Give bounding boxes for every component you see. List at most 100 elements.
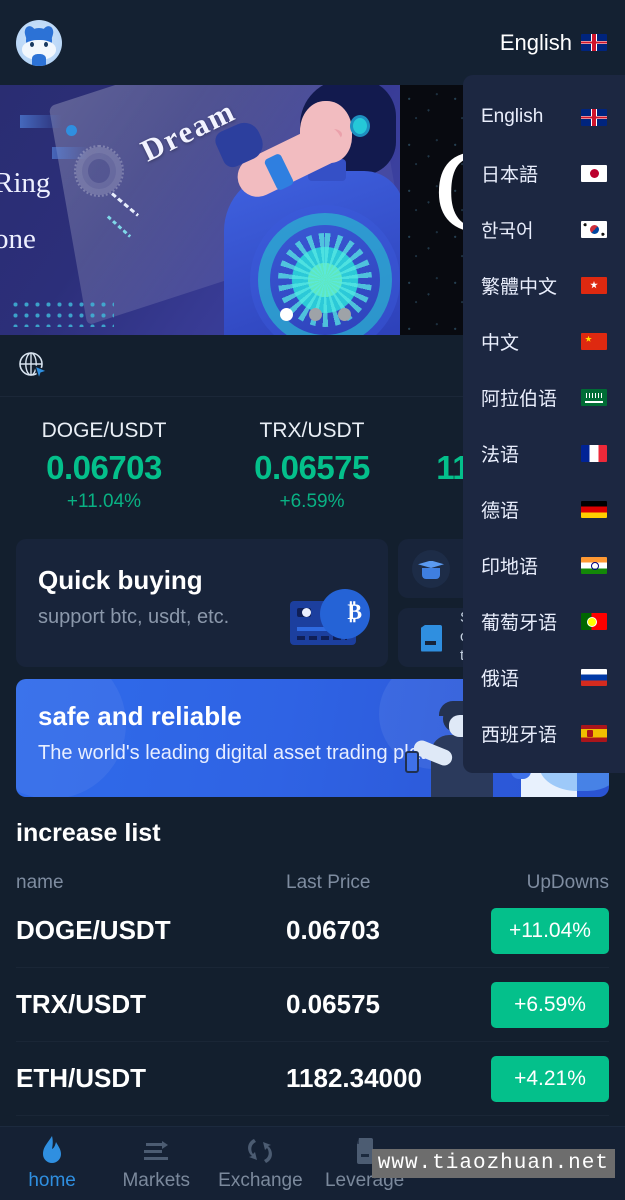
language-option-label: 中文 [481,332,520,354]
flag-fr-icon [581,444,607,462]
globe-announcement-icon[interactable] [16,349,50,383]
language-option-traditional-chinese[interactable]: 繁體中文 [463,257,625,313]
language-option-portuguese[interactable]: 葡萄牙语 [463,593,625,649]
flag-de-icon [581,500,607,518]
tab-home[interactable]: home [0,1135,104,1192]
banner-slide-active[interactable]: Dream Ring one [0,85,400,335]
ticker-change: +6.59% [279,491,345,512]
app-logo[interactable] [16,19,62,66]
swap-icon [208,1135,312,1167]
tab-label: home [28,1170,76,1191]
ticker-change: +11.04% [66,491,142,512]
flag-ru-icon [581,668,607,686]
tab-label: Exchange [218,1170,303,1191]
flag-hk-icon [581,276,607,294]
row-base: TRX [16,989,68,1019]
banner-blue-dot [66,125,77,136]
ticker-price: 0.06575 [254,449,370,486]
language-option-label: 俄语 [481,668,520,690]
banner-dot-grid [10,299,114,327]
carousel-indicator[interactable] [280,308,351,321]
promo-blob-1 [16,679,126,797]
row-quote: /USDT [68,1063,146,1093]
tab-exchange[interactable]: Exchange [208,1135,312,1192]
language-option-spanish[interactable]: 西班牙语 [463,705,625,761]
flag-cn-icon [581,332,607,350]
language-option-russian[interactable]: 俄语 [463,649,625,705]
language-option-label: 繁體中文 [481,276,558,298]
logo-eye-left [30,41,34,47]
carousel-dot-2[interactable] [309,308,322,321]
cap-base [422,567,440,579]
language-option-label: English [481,106,544,127]
quick-buying-card[interactable]: Quick buying support btc, usdt, etc. ₿ [16,539,388,667]
language-option-label: 德语 [481,500,520,522]
language-option-japanese[interactable]: 日本語 [463,145,625,201]
tab-label: Markets [122,1170,191,1191]
row-change-cell: +4.21% [489,1055,609,1102]
ticker-price: 0.06703 [46,449,162,486]
increase-list-section: increase list name Last Price UpDowns DO… [0,797,625,1116]
ticker-item[interactable]: TRX/USDT 0.06575 +6.59% [208,419,416,513]
row-symbol: TRX/USDT [16,989,286,1020]
column-header-price: Last Price [286,872,371,893]
graduation-cap-icon [412,549,450,588]
ticker-pair: TRX/USDT [259,419,365,442]
app-header: English [0,0,625,85]
language-dropdown-menu[interactable]: English 日本語 한국어 繁體中文 中文 阿拉伯语 法语 德语 印地语 葡… [463,75,625,773]
chart-icon [104,1135,208,1167]
row-last-price: 0.06575 [286,989,380,1019]
flame-icon [0,1135,104,1167]
status-badge: +6.59% [491,981,609,1028]
language-option-french[interactable]: 法语 [463,425,625,481]
table-row[interactable]: TRX/USDT 0.06575 +6.59% [16,968,609,1042]
flag-es-icon [581,724,607,742]
language-selector-button[interactable]: English [500,30,609,56]
language-option-label: 印地语 [481,556,539,578]
card-chip [297,608,311,617]
bank-card-bitcoin-icon: ₿ [290,587,376,649]
row-symbol: DOGE/USDT [16,915,286,946]
watermark: www.tiaozhuan.net [371,1149,615,1178]
language-option-korean[interactable]: 한국어 [463,201,625,257]
increase-list-header: name Last Price UpDowns [16,872,609,894]
ticker-pair: DOGE/USDT [41,419,167,442]
increase-list-title: increase list [16,819,161,847]
illustration-headphone [350,115,370,137]
language-option-arabic[interactable]: 阿拉伯语 [463,369,625,425]
flag-in-icon [581,556,607,574]
flag-sa-icon [581,388,607,406]
row-base: ETH [16,1063,68,1093]
column-header-change: UpDowns [526,872,609,893]
banner-text-line-1: Ring [0,167,51,199]
language-option-hindi[interactable]: 印地语 [463,537,625,593]
language-option-german[interactable]: 德语 [463,481,625,537]
language-option-chinese[interactable]: 中文 [463,313,625,369]
flag-jp-icon [581,164,607,182]
banner-ring-graphic [74,145,124,197]
app-root: English C Dream Ring one [0,0,625,1200]
row-quote: /USDT [68,989,146,1019]
language-option-label: 西班牙语 [481,724,558,746]
carousel-dot-3[interactable] [338,308,351,321]
document-icon [412,619,450,657]
bitcoin-circle [320,589,370,639]
language-option-english[interactable]: English [463,89,625,145]
row-quote: /USDT [92,915,171,945]
language-option-label: 阿拉伯语 [481,388,558,410]
carousel-dot-1[interactable] [280,308,293,321]
tab-markets[interactable]: Markets [104,1135,208,1192]
promo-person1-phone [405,751,419,773]
flag-pt-icon [581,612,607,630]
language-option-label: 日本語 [481,164,539,186]
column-header-name: name [16,872,64,893]
table-row[interactable]: DOGE/USDT 0.06703 +11.04% [16,894,609,968]
row-base: DOGE [16,915,93,945]
row-last-price: 0.06703 [286,915,380,945]
flag-gb-icon [581,34,607,51]
flag-gb-icon [581,108,607,126]
logo-body [32,53,46,66]
table-row[interactable]: ETH/USDT 1182.34000 +4.21% [16,1042,609,1116]
ticker-item[interactable]: DOGE/USDT 0.06703 +11.04% [0,419,208,513]
row-change-cell: +6.59% [489,981,609,1028]
